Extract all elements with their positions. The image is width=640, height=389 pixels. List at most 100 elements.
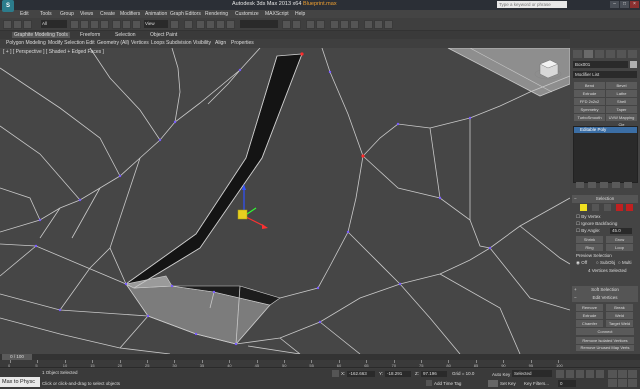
panel-edit[interactable]: Edit — [86, 40, 95, 46]
extrude-button[interactable]: Extrude — [576, 312, 603, 319]
modifier-stack[interactable]: Editable Poly — [573, 126, 638, 183]
menu-views[interactable]: Views — [80, 11, 93, 17]
bend-button[interactable]: Bend — [574, 82, 605, 89]
object-color-swatch[interactable] — [630, 61, 637, 68]
x-coordinate-field[interactable]: -162.663 — [347, 371, 375, 377]
align-icon[interactable] — [292, 20, 301, 29]
remove-modifier-icon[interactable] — [612, 182, 620, 188]
show-end-result-icon[interactable] — [588, 182, 596, 188]
next-frame-icon[interactable] — [586, 370, 594, 378]
modifier-list-dropdown[interactable]: Modifier List — [573, 71, 637, 78]
vertex-mode-icon[interactable] — [580, 204, 587, 211]
utilities-tab-icon[interactable] — [628, 50, 637, 58]
uvw-mapping-clear-button[interactable]: UVW Mapping Cle — [606, 114, 637, 127]
render-setup-icon[interactable] — [364, 20, 373, 29]
weld-button[interactable]: Weld — [606, 312, 633, 319]
tab-selection[interactable]: Selection — [115, 32, 136, 38]
bevel-button[interactable]: Bevel — [606, 82, 637, 89]
shrink-button[interactable]: Shrink — [576, 236, 603, 243]
minimize-button[interactable]: – — [610, 1, 619, 8]
remove-button[interactable]: Remove — [576, 304, 603, 311]
by-vertex-checkbox[interactable]: ☐ By Vertex — [576, 214, 601, 220]
configure-modifier-sets-icon[interactable] — [624, 182, 632, 188]
y-coordinate-field[interactable]: -18.291 — [385, 371, 411, 377]
menu-tools[interactable]: Tools — [40, 11, 52, 17]
menu-help[interactable]: Help — [295, 11, 305, 17]
modify-tab-icon[interactable] — [584, 50, 593, 58]
rendered-frame-icon[interactable] — [374, 20, 383, 29]
mirror-icon[interactable] — [282, 20, 291, 29]
polygon-mode-icon[interactable] — [616, 204, 623, 211]
track-bar[interactable]: 0 5 10 15 20 25 30 35 40 45 50 55 60 65 70 75 80 85 90 95 10… — [0, 360, 640, 368]
maxscript-listener-field[interactable]: Max to Physc — [0, 377, 40, 387]
rotate-icon[interactable] — [122, 20, 131, 29]
panel-loops[interactable]: Loops — [151, 40, 165, 46]
zoom-icon[interactable] — [608, 370, 617, 378]
tab-graphite-modeling-tools[interactable]: Graphite Modeling Tools — [12, 32, 70, 38]
element-mode-icon[interactable] — [626, 204, 633, 211]
create-tab-icon[interactable] — [573, 50, 582, 58]
material-editor-icon[interactable] — [350, 20, 359, 29]
menu-edit[interactable]: Edit — [20, 11, 29, 17]
snap-toggle-icon[interactable] — [196, 20, 205, 29]
select-object-icon[interactable] — [70, 20, 79, 29]
remove-unused-map-verts-button[interactable]: Remove Unused Map Verts — [576, 345, 634, 351]
go-to-start-icon[interactable] — [556, 370, 564, 378]
menu-customize[interactable]: Customize — [235, 11, 259, 17]
app-logo-icon[interactable]: S — [2, 0, 14, 12]
chamfer-button[interactable]: Chamfer — [576, 320, 603, 327]
taper-button[interactable]: Taper — [606, 106, 637, 113]
panel-properties[interactable]: Properties — [231, 40, 254, 46]
transform-gizmo[interactable] — [237, 184, 268, 229]
perspective-viewport[interactable]: [ + ] [ Perspective ] [ Shaded + Edged F… — [0, 48, 570, 354]
preview-subobj-radio[interactable]: ○ SubObj — [596, 260, 615, 265]
edit-vertices-rollout-header[interactable]: − Edit Vertices — [572, 294, 638, 302]
menu-group[interactable]: Group — [60, 11, 74, 17]
render-production-icon[interactable] — [384, 20, 393, 29]
z-coordinate-field[interactable]: 97.196 — [421, 371, 447, 377]
shell-button[interactable]: Shell — [606, 98, 637, 105]
schematic-view-icon[interactable] — [340, 20, 349, 29]
motion-tab-icon[interactable] — [606, 50, 615, 58]
link-icon[interactable] — [23, 20, 32, 29]
menu-graph-editors[interactable]: Graph Editors — [170, 11, 201, 17]
remove-isolated-vertices-button[interactable]: Remove Isolated Vertices — [576, 337, 634, 344]
key-filters-button[interactable]: Key Filters... — [524, 381, 549, 386]
ring-button[interactable]: Ring — [576, 244, 603, 251]
reference-coordinate-dropdown[interactable]: View — [144, 20, 168, 28]
field-of-view-icon[interactable] — [608, 379, 617, 387]
maximize-button[interactable]: □ — [620, 1, 629, 8]
panel-modify-selection[interactable]: Modify Selection — [48, 40, 85, 46]
preview-multi-radio[interactable]: ○ Multi — [618, 260, 631, 265]
maximize-viewport-icon[interactable] — [628, 379, 637, 387]
extrude-modifier-button[interactable]: Extrude — [574, 90, 605, 97]
select-by-name-icon[interactable] — [80, 20, 89, 29]
panel-geometry-all[interactable]: Geometry (All) — [97, 40, 129, 46]
display-tab-icon[interactable] — [617, 50, 626, 58]
pivot-icon[interactable] — [170, 20, 179, 29]
layer-manager-icon[interactable] — [306, 20, 315, 29]
loop-button[interactable]: Loop — [606, 244, 633, 251]
pin-stack-icon[interactable] — [576, 182, 584, 188]
object-name-field[interactable]: Box001 — [573, 61, 628, 68]
preview-off-radio[interactable]: ◉ Off — [576, 260, 587, 266]
current-frame-field[interactable]: 0 — [558, 380, 576, 387]
edge-mode-icon[interactable] — [592, 204, 599, 211]
window-crossing-icon[interactable] — [100, 20, 109, 29]
scale-icon[interactable] — [132, 20, 141, 29]
tab-object-paint[interactable]: Object Paint — [150, 32, 177, 38]
by-angle-checkbox[interactable]: ☐ By Angle: — [576, 228, 600, 234]
named-selection-sets-dropdown[interactable] — [240, 20, 278, 28]
menu-animation[interactable]: Animation — [145, 11, 167, 17]
viewport-label[interactable]: [ + ] [ Perspective ] [ Shaded + Edged F… — [3, 49, 104, 55]
ignore-backfacing-checkbox[interactable]: ☐ Ignore Backfacing — [576, 221, 617, 227]
lock-selection-icon[interactable] — [332, 370, 339, 377]
key-mode-dropdown[interactable]: Selected — [512, 370, 552, 377]
menu-create[interactable]: Create — [100, 11, 115, 17]
panel-subdivision[interactable]: Subdivision — [166, 40, 192, 46]
move-icon[interactable] — [112, 20, 121, 29]
menu-rendering[interactable]: Rendering — [205, 11, 228, 17]
spinner-snap-icon[interactable] — [226, 20, 235, 29]
selection-filter-dropdown[interactable]: All — [41, 20, 67, 28]
selection-rollout-header[interactable]: − Selection — [572, 195, 638, 203]
